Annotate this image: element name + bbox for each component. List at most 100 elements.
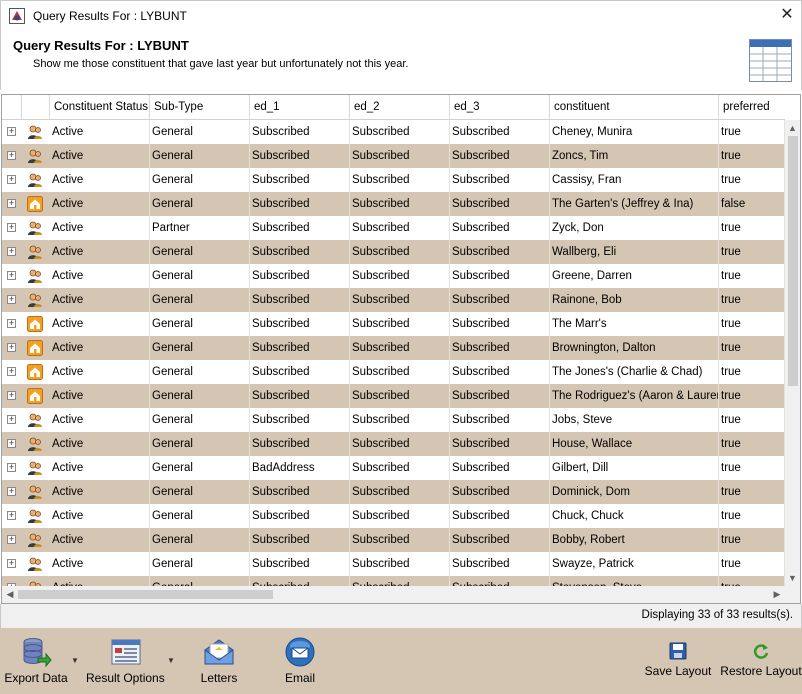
cell-constituent[interactable]: Dominick, Dom xyxy=(550,480,719,504)
cell-constituent[interactable]: Stevenson, Steve xyxy=(550,576,719,586)
export-data-button[interactable]: Export Data xyxy=(2,628,70,694)
expand-row-icon[interactable]: + xyxy=(7,295,16,304)
expand-row-icon[interactable]: + xyxy=(7,559,16,568)
cell-constituent[interactable]: Zoncs, Tim xyxy=(550,144,719,168)
cell-constituent[interactable]: Chuck, Chuck xyxy=(550,504,719,528)
cell-subtype[interactable]: General xyxy=(150,456,250,480)
cell-ed2[interactable]: Subscribed xyxy=(350,552,450,576)
column-header-subtype[interactable]: Sub-Type xyxy=(150,95,250,120)
table-row[interactable]: +ActiveGeneralSubscribedSubscribedSubscr… xyxy=(2,504,785,528)
cell-ed1[interactable]: Subscribed xyxy=(250,240,350,264)
cell-preferred[interactable]: true xyxy=(719,120,785,144)
cell-ed1[interactable]: Subscribed xyxy=(250,264,350,288)
table-row[interactable]: +ActiveGeneralSubscribedSubscribedSubscr… xyxy=(2,408,785,432)
cell-ed2[interactable]: Subscribed xyxy=(350,432,450,456)
cell-subtype[interactable]: General xyxy=(150,168,250,192)
export-dropdown-icon[interactable]: ▼ xyxy=(71,656,79,665)
cell-constituent[interactable]: Swayze, Patrick xyxy=(550,552,719,576)
cell-constituent[interactable]: Wallberg, Eli xyxy=(550,240,719,264)
expand-row-icon[interactable]: + xyxy=(7,463,16,472)
cell-subtype[interactable]: General xyxy=(150,360,250,384)
expand-row-icon[interactable]: + xyxy=(7,127,16,136)
cell-preferred[interactable]: true xyxy=(719,336,785,360)
table-row[interactable]: +ActiveGeneralSubscribedSubscribedSubscr… xyxy=(2,480,785,504)
cell-ed2[interactable]: Subscribed xyxy=(350,408,450,432)
table-row[interactable]: +ActiveGeneralSubscribedSubscribedSubscr… xyxy=(2,336,785,360)
cell-ed1[interactable]: Subscribed xyxy=(250,168,350,192)
scroll-left-icon[interactable]: ◀ xyxy=(2,586,18,603)
table-row[interactable]: +ActiveGeneralSubscribedSubscribedSubscr… xyxy=(2,168,785,192)
cell-ed1[interactable]: Subscribed xyxy=(250,552,350,576)
cell-subtype[interactable]: General xyxy=(150,480,250,504)
expand-row-icon[interactable]: + xyxy=(7,343,16,352)
cell-ed1[interactable]: Subscribed xyxy=(250,192,350,216)
cell-ed3[interactable]: Subscribed xyxy=(450,336,550,360)
expand-row-icon[interactable]: + xyxy=(7,439,16,448)
table-row[interactable]: +ActiveGeneralSubscribedSubscribedSubscr… xyxy=(2,144,785,168)
cell-ed2[interactable]: Subscribed xyxy=(350,240,450,264)
cell-ed3[interactable]: Subscribed xyxy=(450,216,550,240)
cell-ed3[interactable]: Subscribed xyxy=(450,120,550,144)
table-row[interactable]: +ActiveGeneralSubscribedSubscribedSubscr… xyxy=(2,288,785,312)
cell-status[interactable]: Active xyxy=(50,168,150,192)
cell-ed3[interactable]: Subscribed xyxy=(450,192,550,216)
expand-row-icon[interactable]: + xyxy=(7,367,16,376)
cell-preferred[interactable]: true xyxy=(719,552,785,576)
cell-status[interactable]: Active xyxy=(50,576,150,586)
cell-ed2[interactable]: Subscribed xyxy=(350,336,450,360)
cell-constituent[interactable]: Zyck, Don xyxy=(550,216,719,240)
cell-ed1[interactable]: Subscribed xyxy=(250,360,350,384)
cell-subtype[interactable]: General xyxy=(150,432,250,456)
table-row[interactable]: + Active Partner Subscribed Subscribed Subscr… xyxy=(2,216,785,240)
expand-row-icon[interactable]: + xyxy=(7,175,16,184)
cell-status[interactable]: Active xyxy=(50,288,150,312)
cell-subtype[interactable]: General xyxy=(150,504,250,528)
cell-status[interactable]: Active xyxy=(50,360,150,384)
column-header-ed2[interactable]: ed_2 xyxy=(350,95,450,120)
expand-row-icon[interactable]: + xyxy=(7,391,16,400)
cell-ed1[interactable]: Subscribed xyxy=(250,528,350,552)
cell-preferred[interactable]: true xyxy=(719,312,785,336)
expand-row-icon[interactable]: + xyxy=(7,319,16,328)
horizontal-scroll-thumb[interactable] xyxy=(18,590,273,599)
cell-ed3[interactable]: Subscribed xyxy=(450,144,550,168)
cell-preferred[interactable]: true xyxy=(719,504,785,528)
cell-ed1[interactable]: Subscribed xyxy=(250,480,350,504)
cell-ed3[interactable]: Subscribed xyxy=(450,360,550,384)
cell-ed3[interactable]: Subscribed xyxy=(450,432,550,456)
table-row[interactable]: +ActiveGeneralSubscribedSubscribedSubscr… xyxy=(2,384,785,408)
cell-constituent[interactable]: Greene, Darren xyxy=(550,264,719,288)
expand-row-icon[interactable]: + xyxy=(7,151,16,160)
cell-preferred[interactable]: true xyxy=(719,528,785,552)
table-row[interactable]: +ActiveGeneralSubscribedSubscribedSubscr… xyxy=(2,528,785,552)
cell-ed3[interactable]: Subscribed xyxy=(450,312,550,336)
cell-status[interactable]: Active xyxy=(50,456,150,480)
result-options-button[interactable]: Result Options xyxy=(86,628,165,694)
cell-subtype[interactable]: General xyxy=(150,528,250,552)
cell-ed3[interactable]: Subscribed xyxy=(450,552,550,576)
expand-row-icon[interactable]: + xyxy=(7,247,16,256)
cell-ed3[interactable]: Subscribed xyxy=(450,240,550,264)
restore-layout-button[interactable]: Restore Layout xyxy=(720,628,802,694)
table-row[interactable]: +ActiveGeneralSubscribedSubscribedSubscr… xyxy=(2,576,785,586)
cell-constituent[interactable]: House, Wallace xyxy=(550,432,719,456)
cell-ed3[interactable]: Subscribed xyxy=(450,168,550,192)
close-icon[interactable]: ✕ xyxy=(777,5,797,25)
scroll-right-icon[interactable]: ▶ xyxy=(769,586,785,603)
table-row[interactable]: +ActiveGeneralSubscribedSubscribedSubscr… xyxy=(2,552,785,576)
cell-subtype[interactable]: General xyxy=(150,264,250,288)
cell-preferred[interactable]: true xyxy=(719,360,785,384)
cell-subtype[interactable]: General xyxy=(150,192,250,216)
expand-row-icon[interactable]: + xyxy=(7,415,16,424)
cell-ed2[interactable]: Subscribed xyxy=(350,264,450,288)
expand-row-icon[interactable]: + xyxy=(7,487,16,496)
cell-ed2[interactable]: Subscribed xyxy=(350,168,450,192)
cell-ed2[interactable]: Subscribed xyxy=(350,216,450,240)
cell-ed3[interactable]: Subscribed xyxy=(450,408,550,432)
cell-ed2[interactable]: Subscribed xyxy=(350,504,450,528)
cell-constituent[interactable]: The Jones's (Charlie & Chad) xyxy=(550,360,719,384)
cell-ed2[interactable]: Subscribed xyxy=(350,456,450,480)
cell-constituent[interactable]: Cheney, Munira xyxy=(550,120,719,144)
cell-preferred[interactable]: true xyxy=(719,480,785,504)
cell-preferred[interactable]: true xyxy=(719,216,785,240)
